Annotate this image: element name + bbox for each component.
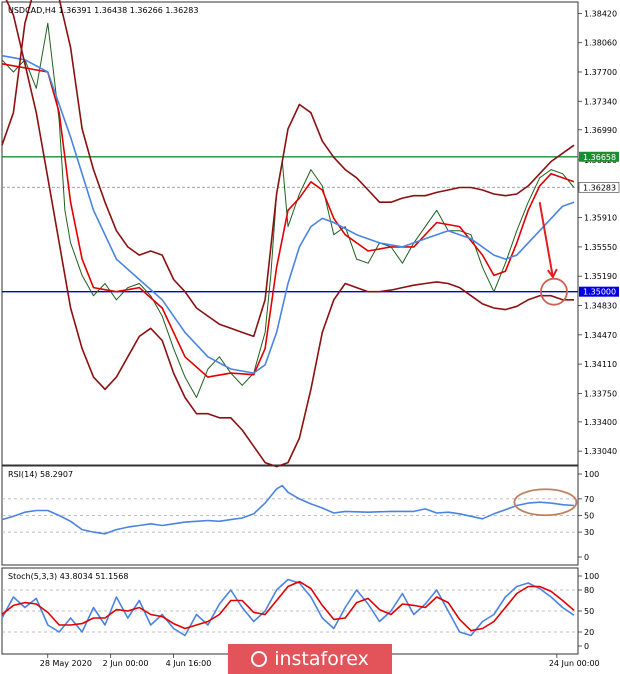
support-tag-label: 1.35000 xyxy=(583,288,616,297)
y-tick-label: 1.35190 xyxy=(584,272,617,281)
x-tick-label: 2 Jun 00:00 xyxy=(103,659,149,668)
panel-header: Stoch(5,3,3) 43.8034 51.1568 xyxy=(8,572,128,581)
forex-chart: 1.38420 1.38060 1.37700 1.37340 1.36990 1.366… xyxy=(1,0,620,668)
y-tick-label: 1.34830 xyxy=(584,302,617,311)
y-tick-label: 1.36990 xyxy=(584,126,617,135)
y-tick-label: 1.35550 xyxy=(584,243,617,252)
x-tick-label: 24 Jun 00:00 xyxy=(549,659,600,668)
y-tick-label: 1.38420 xyxy=(584,9,617,18)
y-tick-label: 1.33750 xyxy=(584,389,617,398)
y-tick-label: 1.34110 xyxy=(584,360,617,369)
forecast-arrow xyxy=(538,201,554,278)
y-tick-label: 1.34470 xyxy=(584,331,617,340)
y-tick-label: 100 xyxy=(584,470,599,479)
y-tick-label: 50 xyxy=(584,512,594,521)
watermark-text: instaforex xyxy=(274,648,369,670)
instaforex-logo-icon xyxy=(251,651,268,667)
y-tick-label: 1.33040 xyxy=(584,447,617,456)
y-tick-label: 50 xyxy=(584,607,594,616)
y-tick-label: 1.38060 xyxy=(584,39,617,48)
resistance-tag-label: 1.36658 xyxy=(583,153,616,162)
ma-slow-line xyxy=(1,54,575,374)
ma-fast-line xyxy=(1,63,575,378)
panel-header: RSI(14) 58.2907 xyxy=(8,470,73,479)
y-tick-label: 80 xyxy=(584,586,594,595)
x-tick-label: 28 May 2020 xyxy=(40,659,92,668)
last-price-tag-label: 1.36283 xyxy=(583,183,616,192)
x-tick-label: 4 Jun 16:00 xyxy=(166,659,212,668)
series-line xyxy=(1,484,575,535)
y-tick-label: 1.35910 xyxy=(584,214,617,223)
y-tick-label: 1.33400 xyxy=(584,418,617,427)
y-tick-label: 30 xyxy=(584,528,594,537)
stochastic-panel: 100 80 50 20 0 Stoch(5,3,3) 43.8034 51.1568 xyxy=(1,567,599,655)
watermark-banner: instaforex xyxy=(228,644,392,674)
price-panel: 1.38420 1.38060 1.37700 1.37340 1.36990 1.366… xyxy=(1,0,620,468)
panel-header: USDCAD,H4 1.36391 1.36438 1.36266 1.3628… xyxy=(8,6,198,15)
y-tick-label: 70 xyxy=(584,495,594,504)
y-tick-label: 100 xyxy=(584,572,599,581)
main-line xyxy=(1,578,575,637)
y-tick-label: 1.37340 xyxy=(584,97,617,106)
rsi-panel: 100 70 50 30 0 RSI(14) 58.2907 xyxy=(1,465,599,566)
y-tick-label: 0 xyxy=(584,642,589,651)
y-tick-label: 1.37700 xyxy=(584,68,617,77)
y-tick-label: 0 xyxy=(584,553,589,562)
y-tick-label: 20 xyxy=(584,628,594,637)
band-lower-line xyxy=(5,0,574,468)
panel-frame xyxy=(1,1,579,466)
signal-line xyxy=(1,580,575,632)
